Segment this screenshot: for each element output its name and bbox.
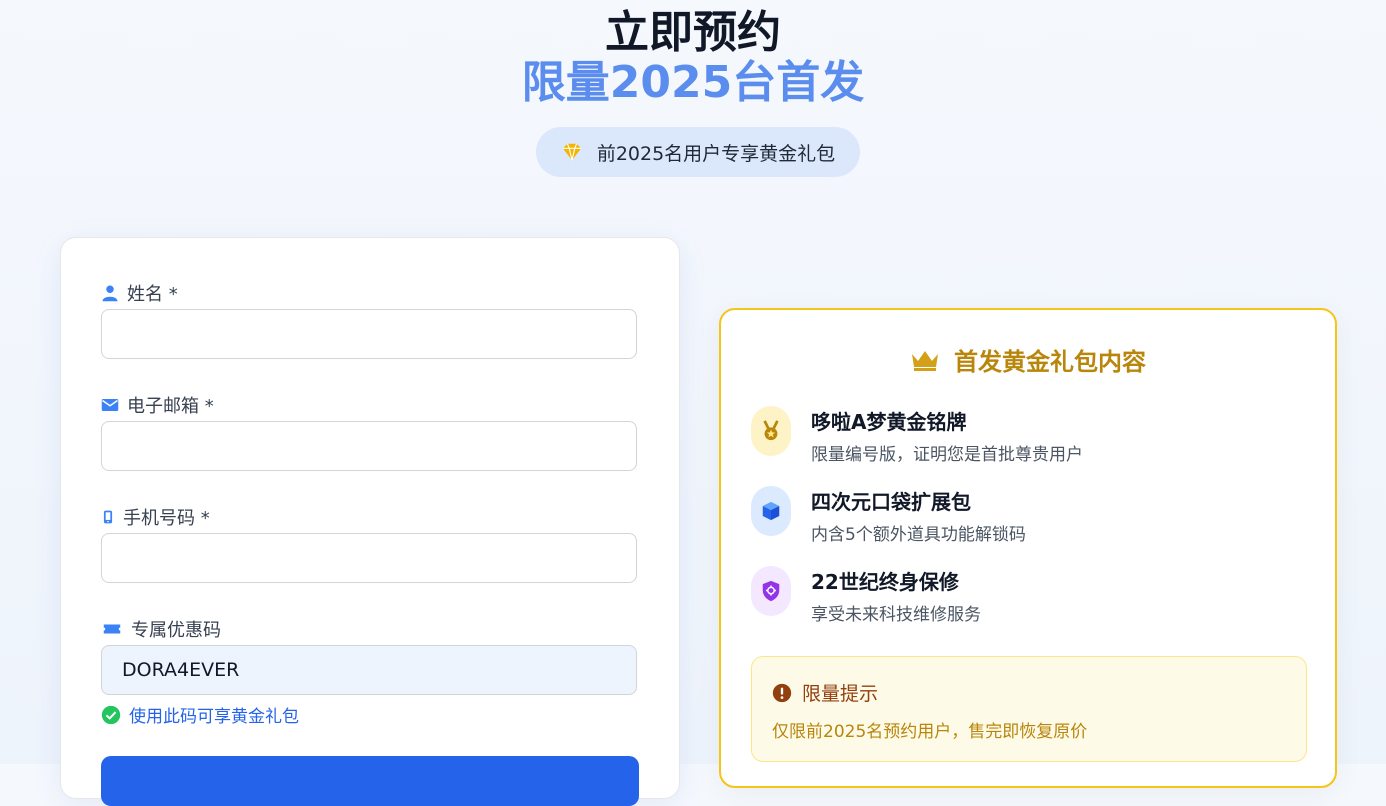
alert-circle-icon bbox=[772, 683, 792, 702]
name-label-text: 姓名 * bbox=[127, 284, 178, 305]
page-title: 立即预约 bbox=[605, 7, 781, 58]
promo-pill: 前2025名用户专享黄金礼包 bbox=[536, 127, 860, 177]
email-label-text: 电子邮箱 * bbox=[127, 396, 214, 417]
gift-item-nameplate: 哆啦A梦黄金铭牌 限量编号版，证明您是首批尊贵用户 bbox=[751, 406, 1311, 470]
gift-item-icon-bg bbox=[751, 566, 791, 616]
promo-pill-text: 前2025名用户专享黄金礼包 bbox=[596, 142, 836, 165]
gift-item-desc: 内含5个额外道具功能解锁码 bbox=[811, 525, 1026, 545]
shield-icon bbox=[762, 580, 780, 602]
ticket-icon bbox=[103, 624, 121, 634]
gem-icon bbox=[562, 143, 581, 161]
gift-pack-card: 首发黄金礼包内容 哆啦A梦黄金铭牌 限量编号版，证明您是首批尊贵用户 四次元口袋… bbox=[719, 308, 1337, 788]
notice-text: 仅限前2025名预约用户，售完即恢复原价 bbox=[772, 722, 1088, 742]
phone-label: 手机号码 * bbox=[101, 504, 210, 530]
notice-title: 限量提示 bbox=[772, 679, 878, 706]
gift-item-desc: 享受未来科技维修服务 bbox=[811, 605, 981, 625]
gift-item-name: 四次元口袋扩展包 bbox=[811, 490, 971, 514]
coupon-input[interactable] bbox=[101, 645, 637, 695]
gift-item-name: 22世纪终身保修 bbox=[811, 570, 959, 594]
medal-icon bbox=[763, 420, 779, 441]
coupon-hint: 使用此码可享黄金礼包 bbox=[101, 702, 299, 727]
phone-label-text: 手机号码 * bbox=[123, 508, 210, 529]
reservation-form: 姓名 * 电子邮箱 * 手机号码 * 专属优惠码 使用此码可享黄金礼包 bbox=[60, 237, 680, 806]
coupon-label: 专属优惠码 bbox=[101, 616, 221, 642]
envelope-icon bbox=[101, 399, 119, 411]
phone-icon bbox=[103, 510, 113, 524]
gift-item-warranty: 22世纪终身保修 享受未来科技维修服务 bbox=[751, 566, 1311, 630]
name-label: 姓名 * bbox=[101, 280, 178, 306]
notice-title-text: 限量提示 bbox=[802, 683, 879, 705]
gift-item-icon-bg bbox=[751, 486, 791, 536]
limit-notice: 限量提示 仅限前2025名预约用户，售完即恢复原价 bbox=[751, 656, 1307, 762]
email-input[interactable] bbox=[101, 421, 637, 471]
gift-item-pocket: 四次元口袋扩展包 内含5个额外道具功能解锁码 bbox=[751, 486, 1311, 550]
name-input[interactable] bbox=[101, 309, 637, 359]
email-label: 电子邮箱 * bbox=[101, 392, 214, 418]
phone-input[interactable] bbox=[101, 533, 637, 583]
coupon-label-text: 专属优惠码 bbox=[131, 620, 221, 641]
gift-title: 首发黄金礼包内容 bbox=[721, 342, 1335, 377]
gift-title-text: 首发黄金礼包内容 bbox=[954, 348, 1146, 376]
box-icon bbox=[762, 501, 780, 521]
coupon-hint-text: 使用此码可享黄金礼包 bbox=[129, 707, 299, 727]
gift-item-desc: 限量编号版，证明您是首批尊贵用户 bbox=[811, 445, 1083, 465]
crown-icon bbox=[912, 350, 938, 371]
gift-item-icon-bg bbox=[751, 406, 791, 456]
gift-item-name: 哆啦A梦黄金铭牌 bbox=[811, 410, 967, 434]
user-icon bbox=[102, 285, 118, 302]
check-circle-icon bbox=[101, 705, 121, 724]
page-subtitle: 限量2025台首发 bbox=[521, 57, 865, 108]
